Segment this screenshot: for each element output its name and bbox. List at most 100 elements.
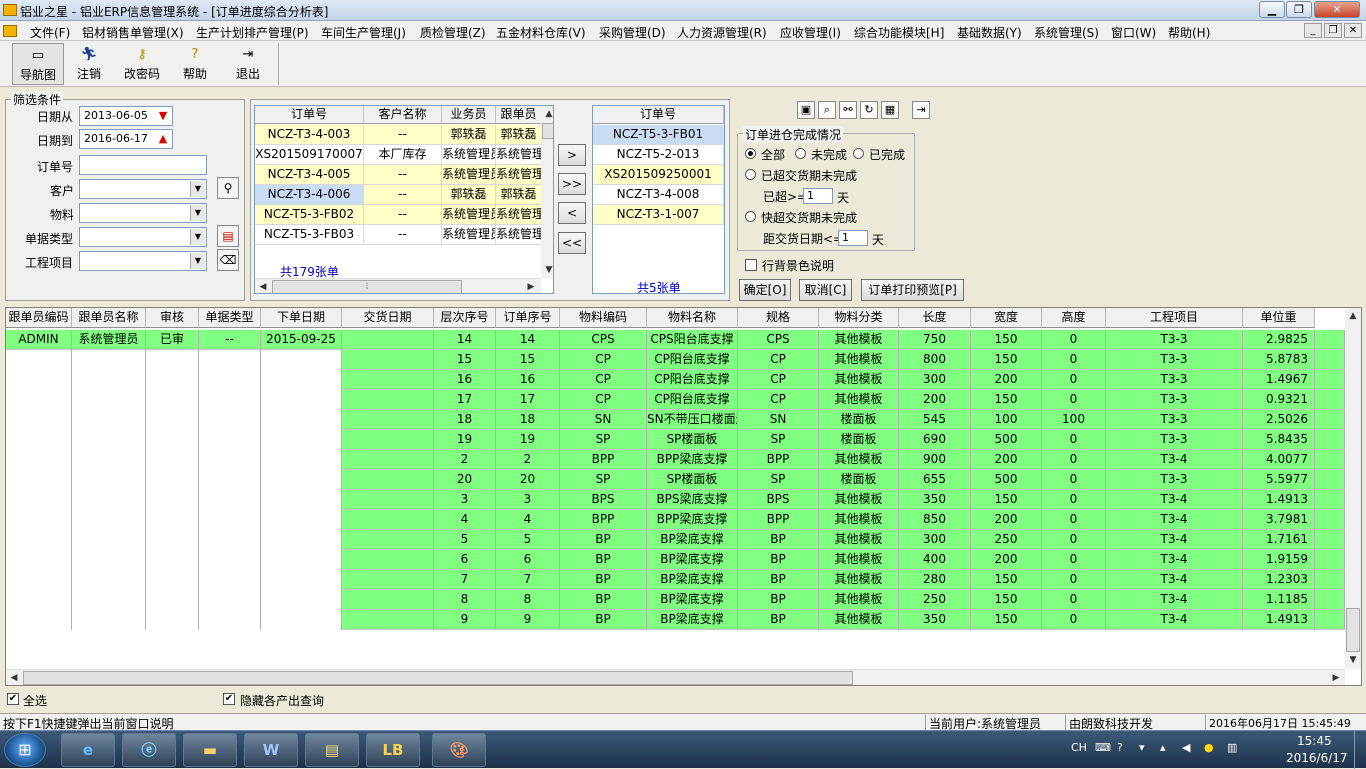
date-to-input[interactable]: 2016-06-17 ▲: [79, 129, 173, 149]
taskbar-clock-time[interactable]: 15:45: [1297, 734, 1332, 748]
grid-cell[interactable]: 3: [434, 490, 496, 510]
cancel-button[interactable]: 取消[C]: [799, 279, 852, 301]
move-all-right-button[interactable]: >>: [558, 173, 586, 195]
grid-header-cell[interactable]: 工程项目: [1106, 308, 1243, 328]
menu-file[interactable]: 文件(F): [30, 24, 70, 41]
volume-icon[interactable]: ◀: [1182, 741, 1190, 754]
grid-header-cell[interactable]: 宽度: [971, 308, 1042, 328]
chevron-down-icon[interactable]: ▼: [190, 205, 205, 221]
taskbar-clock-date[interactable]: 2016/6/17: [1286, 751, 1348, 765]
grid-cell[interactable]: 16: [496, 370, 560, 390]
grid-cell[interactable]: 280: [899, 570, 971, 590]
grid-cell[interactable]: T3-4: [1106, 610, 1243, 630]
grid-cell[interactable]: CP: [560, 390, 647, 410]
radio-near-due-label[interactable]: 快超交货期未完成: [761, 209, 857, 226]
grid-cell[interactable]: 19: [496, 430, 560, 450]
grid-cell[interactable]: CP: [738, 370, 819, 390]
grid-settings-icon[interactable]: ▦: [881, 101, 899, 119]
order-cell[interactable]: --: [364, 225, 442, 245]
show-hidden-icon[interactable]: ▴: [1160, 741, 1166, 754]
order-cell[interactable]: 系统管理员: [442, 225, 496, 245]
grid-cell[interactable]: [342, 370, 434, 390]
grid-cell[interactable]: 17: [496, 390, 560, 410]
grid-cell[interactable]: BPS梁底支撑: [647, 490, 738, 510]
grid-header-cell[interactable]: 下单日期: [261, 308, 342, 328]
grid-cell[interactable]: [342, 410, 434, 430]
grid-cell[interactable]: T3-4: [1106, 510, 1243, 530]
grid-cell[interactable]: BPS: [738, 490, 819, 510]
grid-cell[interactable]: 其他模板: [819, 390, 899, 410]
grid-cell[interactable]: 8: [434, 590, 496, 610]
menu-sales[interactable]: 铝材销售单管理(X): [82, 24, 184, 41]
grid-cell[interactable]: 19: [434, 430, 496, 450]
grid-cell[interactable]: 15: [496, 350, 560, 370]
grid-cell[interactable]: 0: [1042, 530, 1106, 550]
grid-cell[interactable]: 18: [496, 410, 560, 430]
grid-cell[interactable]: 20: [434, 470, 496, 490]
selected-order-cell[interactable]: XS201509250001: [593, 165, 724, 185]
scroll-right-icon[interactable]: ▶: [523, 279, 539, 293]
scroll-left-icon[interactable]: ◀: [255, 279, 271, 293]
grid-cell[interactable]: 0: [1042, 490, 1106, 510]
grid-cell[interactable]: [342, 330, 434, 350]
grid-cell[interactable]: --: [199, 330, 261, 350]
col-header-order-no[interactable]: 订单号: [255, 106, 364, 124]
move-right-button[interactable]: >: [558, 144, 586, 166]
change-password-button[interactable]: ⚷ 改密码: [116, 43, 168, 85]
grid-cell[interactable]: 100: [971, 410, 1042, 430]
menu-help[interactable]: 帮助(H): [1168, 24, 1210, 41]
grid-cell[interactable]: 200: [971, 370, 1042, 390]
lang-indicator[interactable]: CH: [1071, 741, 1087, 754]
grid-cell[interactable]: 500: [971, 430, 1042, 450]
grid-header-cell[interactable]: 物料分类: [819, 308, 899, 328]
order-list[interactable]: 订单号 客户名称 业务员 跟单员 NCZ-T3-4-003 -- 郭轶磊 郭轶磊…: [254, 105, 554, 294]
doc-type-edit-button[interactable]: ▤: [217, 225, 239, 247]
print-preview-button[interactable]: 订单打印预览[P]: [861, 279, 964, 301]
grid-header-cell[interactable]: 交货日期: [342, 308, 434, 328]
grid-cell[interactable]: 20: [496, 470, 560, 490]
radio-complete-label[interactable]: 已完成: [869, 146, 905, 163]
grid-cell[interactable]: T3-4: [1106, 590, 1243, 610]
grid-cell[interactable]: 900: [899, 450, 971, 470]
grid-cell[interactable]: 400: [899, 550, 971, 570]
grid-cell[interactable]: 100: [1042, 410, 1106, 430]
maximize-button[interactable]: ❐: [1286, 1, 1312, 18]
menu-workshop[interactable]: 车间生产管理(J): [321, 24, 406, 41]
ok-button[interactable]: 确定[O]: [739, 279, 791, 301]
radio-overdue[interactable]: [745, 169, 756, 180]
order-cell[interactable]: 系统管理: [496, 165, 542, 185]
grid-cell[interactable]: [342, 430, 434, 450]
grid-cell[interactable]: 其他模板: [819, 450, 899, 470]
grid-cell[interactable]: 300: [899, 530, 971, 550]
grid-cell[interactable]: 1.4967: [1243, 370, 1315, 390]
order-cell[interactable]: XS201509170007: [255, 145, 364, 165]
grid-cell[interactable]: 200: [971, 450, 1042, 470]
grid-cell[interactable]: 0: [1042, 450, 1106, 470]
grid-cell[interactable]: 150: [971, 590, 1042, 610]
selected-order-cell[interactable]: NCZ-T5-2-013: [593, 145, 724, 165]
grid-cell[interactable]: 3.7981: [1243, 510, 1315, 530]
mdi-close-button[interactable]: ✕: [1344, 23, 1362, 38]
grid-cell[interactable]: 0: [1042, 330, 1106, 350]
menu-qc[interactable]: 质检管理(Z): [420, 24, 486, 41]
grid-cell[interactable]: T3-4: [1106, 530, 1243, 550]
grid-cell[interactable]: 15: [434, 350, 496, 370]
grid-cell[interactable]: T3-3: [1106, 430, 1243, 450]
grid-cell[interactable]: 0: [1042, 590, 1106, 610]
taskbar-paint[interactable]: 🎨︎: [432, 733, 486, 767]
grid-cell[interactable]: SP楼面板: [647, 470, 738, 490]
security-icon[interactable]: ●: [1204, 741, 1214, 754]
grid-cell[interactable]: [342, 530, 434, 550]
order-progress-grid[interactable]: 跟单员编码 跟单员名称 审核 单据类型 下单日期 交货日期 层次序号 订单序号 物料编码 物料名称…: [5, 307, 1362, 686]
grid-cell[interactable]: [342, 590, 434, 610]
grid-cell[interactable]: 500: [971, 470, 1042, 490]
scroll-up-icon[interactable]: ▲: [541, 106, 553, 122]
menu-functions[interactable]: 综合功能模块[H]: [854, 24, 944, 41]
grid-cell[interactable]: BPP: [738, 510, 819, 530]
project-select[interactable]: ▼: [79, 251, 207, 271]
grid-cell[interactable]: 其他模板: [819, 350, 899, 370]
order-cell[interactable]: --: [364, 185, 442, 205]
taskbar-explorer[interactable]: ▬: [183, 733, 237, 767]
select-all-checkbox[interactable]: ✔: [7, 693, 19, 705]
chevron-down-icon[interactable]: ▼: [190, 229, 205, 245]
